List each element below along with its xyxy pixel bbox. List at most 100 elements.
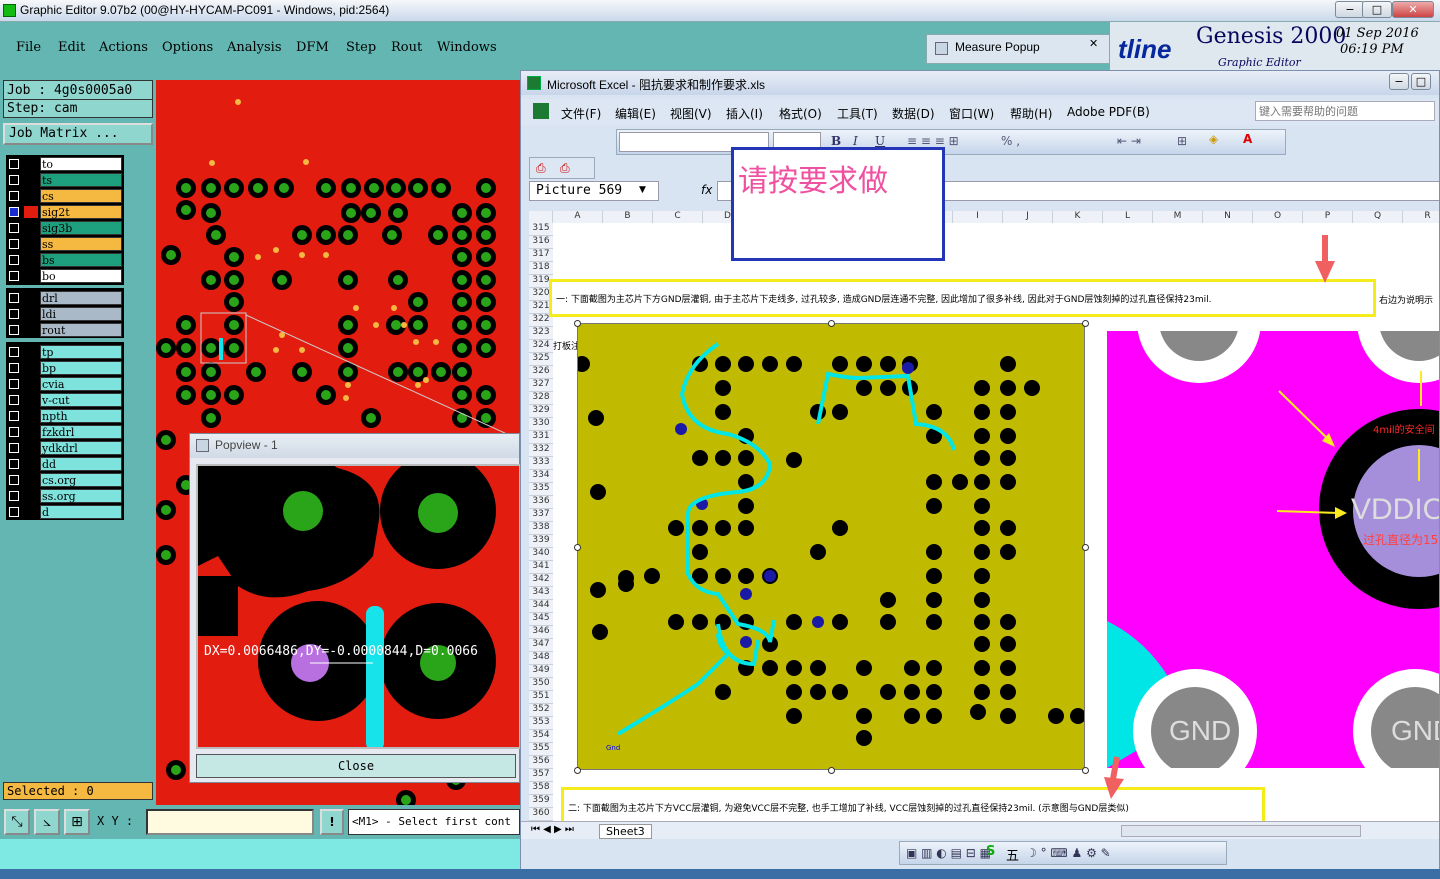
help-search-input[interactable]: [1255, 101, 1435, 121]
row-header[interactable]: 318: [529, 262, 553, 275]
column-header[interactable]: N: [1203, 211, 1253, 223]
row-header[interactable]: 338: [529, 522, 553, 535]
ime-wubi-label[interactable]: 五: [1006, 845, 1019, 864]
layer-checkbox[interactable]: [9, 159, 19, 169]
layer-row-ss[interactable]: ss: [6, 237, 124, 252]
row-header[interactable]: 325: [529, 353, 553, 366]
layer-checkbox[interactable]: [9, 255, 19, 265]
row-header[interactable]: 356: [529, 756, 553, 769]
row-header[interactable]: 353: [529, 717, 553, 730]
excel-minimize-button[interactable]: −: [1389, 73, 1409, 90]
menu-windows[interactable]: Windows: [437, 40, 497, 55]
excel-menu-help[interactable]: 帮助(H): [1010, 105, 1052, 122]
row-header[interactable]: 340: [529, 548, 553, 561]
excel-menu-window[interactable]: 窗口(W): [949, 105, 994, 122]
fill-color-icon[interactable]: ◈: [1209, 132, 1218, 146]
column-header[interactable]: R: [1403, 211, 1439, 223]
underline-icon[interactable]: U: [875, 134, 885, 148]
layer-row-ss-org[interactable]: ss.org: [6, 489, 124, 504]
menu-edit[interactable]: Edit: [58, 40, 85, 55]
resize-handle[interactable]: [828, 320, 835, 327]
column-header[interactable]: P: [1303, 211, 1353, 223]
xy-input[interactable]: [146, 809, 314, 835]
layer-checkbox[interactable]: [9, 223, 19, 233]
resize-handle[interactable]: [574, 767, 581, 774]
row-header[interactable]: 316: [529, 236, 553, 249]
row-header[interactable]: 346: [529, 626, 553, 639]
layer-checkbox[interactable]: [9, 379, 19, 389]
border-icon[interactable]: ⊞: [1177, 134, 1187, 148]
pdf-icon[interactable]: ⎙: [536, 161, 546, 176]
chevron-down-icon[interactable]: ▼: [639, 185, 646, 195]
excel-menu-data[interactable]: 数据(D): [892, 105, 935, 122]
excel-menu-tools[interactable]: 工具(T): [837, 105, 878, 122]
layer-checkbox[interactable]: [9, 309, 19, 319]
layer-checkbox[interactable]: [9, 207, 19, 217]
via-diagram-picture[interactable]: 4mil的安全间 VDDIO_A 过孔直径为15 GND GND: [1107, 331, 1439, 768]
column-header[interactable]: A: [553, 211, 603, 223]
menu-rout[interactable]: Rout: [391, 40, 422, 55]
layer-row-bo[interactable]: bo: [6, 269, 124, 284]
zoom-icon[interactable]: ⤡: [4, 809, 30, 835]
bold-icon[interactable]: B: [831, 134, 841, 148]
font-color-icon[interactable]: A: [1243, 132, 1252, 146]
column-header[interactable]: Q: [1353, 211, 1403, 223]
column-header[interactable]: I: [953, 211, 1003, 223]
close-icon[interactable]: ✕: [1089, 37, 1098, 50]
row-header[interactable]: 344: [529, 600, 553, 613]
row-header[interactable]: 360: [529, 808, 553, 821]
layer-row-ts[interactable]: ts: [6, 173, 124, 188]
row-header[interactable]: 329: [529, 405, 553, 418]
layer-checkbox[interactable]: [9, 427, 19, 437]
measure-icon[interactable]: ⦣: [34, 809, 60, 835]
pcb-screenshot-picture[interactable]: Gnd: [577, 323, 1085, 770]
note-textbox[interactable]: 请按要求做: [731, 147, 945, 261]
menu-analysis[interactable]: Analysis: [227, 40, 282, 55]
layer-row-sig3b[interactable]: sig3b: [6, 221, 124, 236]
excel-menu-view[interactable]: 视图(V): [670, 105, 712, 122]
layer-row-cs[interactable]: cs: [6, 189, 124, 204]
popview-window[interactable]: Popview - 1 DX=0.0066486,DY=-0.0000844,D…: [189, 433, 521, 783]
grid-icon[interactable]: ⊞: [64, 809, 90, 835]
row-header[interactable]: 330: [529, 418, 553, 431]
excel-window[interactable]: Microsoft Excel - 阻抗要求和制作要求.xls − □ 文件(F…: [520, 70, 1440, 879]
excel-menu-file[interactable]: 文件(F): [561, 105, 601, 122]
column-header[interactable]: C: [653, 211, 703, 223]
column-header[interactable]: O: [1253, 211, 1303, 223]
row-header[interactable]: 348: [529, 652, 553, 665]
row-header[interactable]: 315: [529, 223, 553, 236]
resize-handle[interactable]: [828, 767, 835, 774]
column-header[interactable]: J: [1003, 211, 1053, 223]
row-header[interactable]: 332: [529, 444, 553, 457]
layer-row-bs[interactable]: bs: [6, 253, 124, 268]
column-header[interactable]: M: [1153, 211, 1203, 223]
row-header[interactable]: 342: [529, 574, 553, 587]
row-header[interactable]: 324: [529, 340, 553, 353]
menu-file[interactable]: File: [16, 40, 41, 55]
row-header[interactable]: 345: [529, 613, 553, 626]
menu-dfm[interactable]: DFM: [296, 40, 329, 55]
layer-checkbox[interactable]: [9, 507, 19, 517]
ime-icon[interactable]: S: [986, 844, 995, 859]
resize-handle[interactable]: [574, 320, 581, 327]
layer-row-fzkdrl[interactable]: fzkdrl: [6, 425, 124, 440]
row-header[interactable]: 331: [529, 431, 553, 444]
italic-icon[interactable]: I: [853, 134, 858, 148]
pdf-mail-icon[interactable]: ⎙: [560, 161, 570, 176]
layer-row-cvia[interactable]: cvia: [6, 377, 124, 392]
column-header[interactable]: K: [1053, 211, 1103, 223]
step-name[interactable]: Step: cam: [4, 100, 152, 117]
row-header[interactable]: 339: [529, 535, 553, 548]
popview-canvas[interactable]: DX=0.0066486,DY=-0.0000844,D=0.0066: [196, 464, 521, 749]
row-header[interactable]: 326: [529, 366, 553, 379]
row-header[interactable]: 341: [529, 561, 553, 574]
popview-close-button[interactable]: Close: [196, 754, 516, 778]
row-header[interactable]: 350: [529, 678, 553, 691]
menu-step[interactable]: Step: [346, 40, 376, 55]
row-header[interactable]: 358: [529, 782, 553, 795]
row-header[interactable]: 323: [529, 327, 553, 340]
layer-row-sig2t[interactable]: sig2t: [6, 205, 124, 220]
layer-checkbox[interactable]: [9, 459, 19, 469]
ime-tool-icons[interactable]: ☽ ° ⌨ ♟ ⚙ ✎: [1026, 846, 1111, 860]
column-header[interactable]: L: [1103, 211, 1153, 223]
